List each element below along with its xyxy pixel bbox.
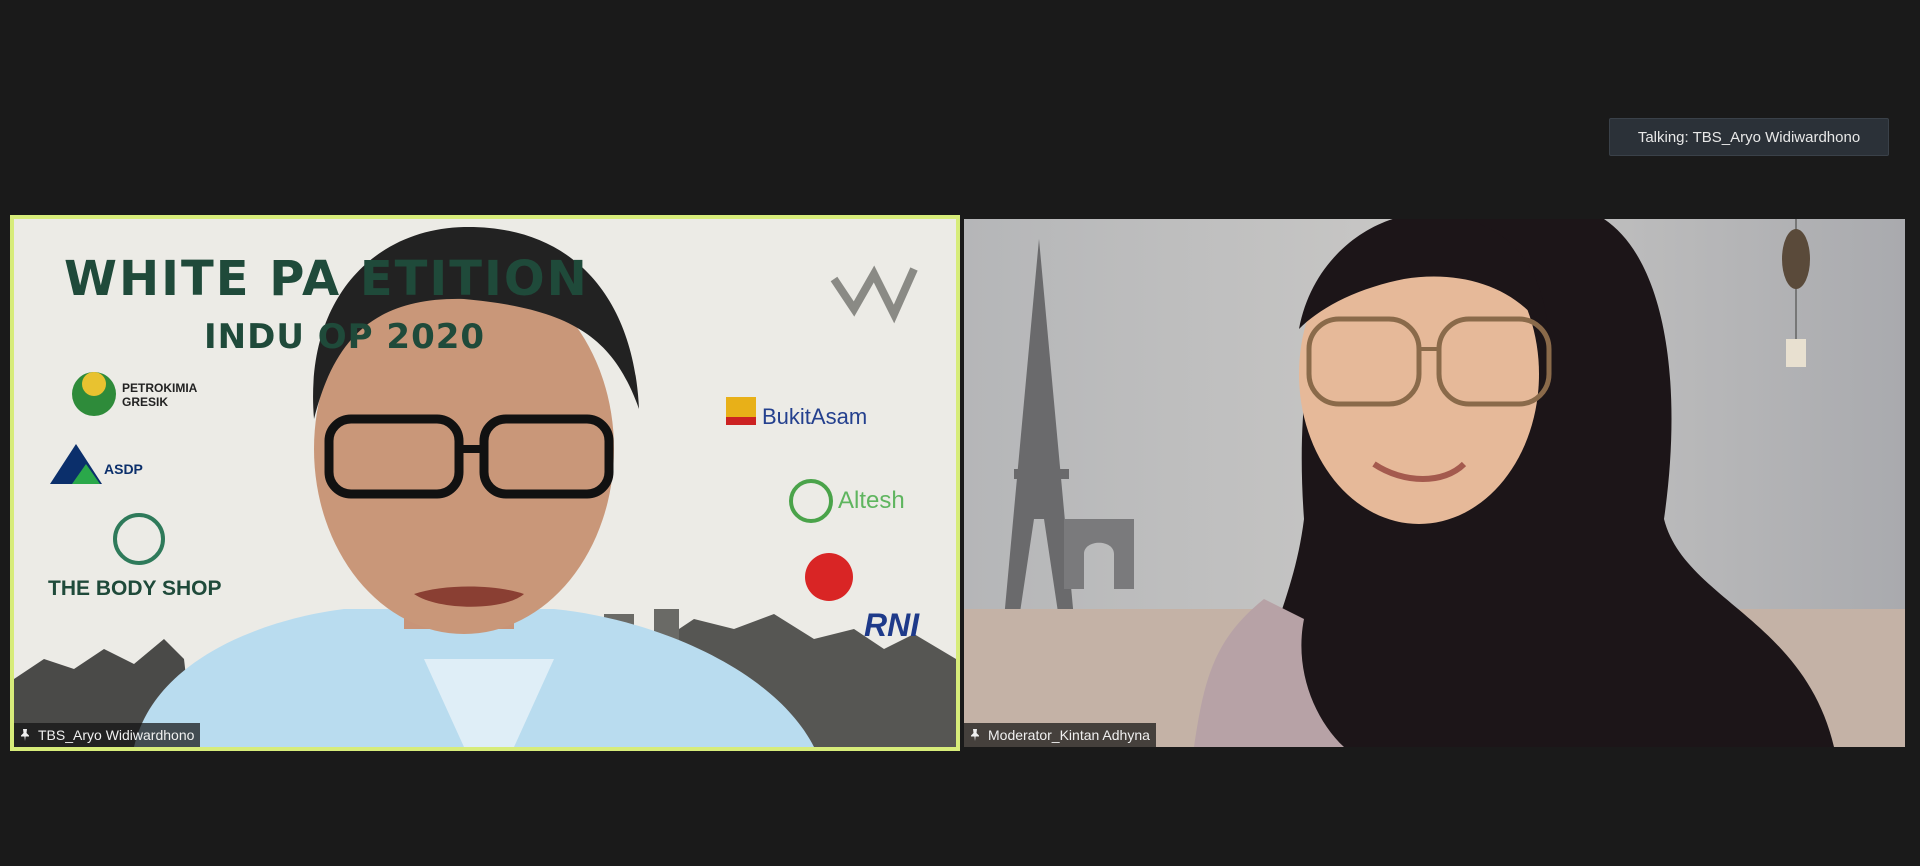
logo-gresik: GRESIK <box>122 395 169 409</box>
banner-subtitle: INDU OP 2020 <box>204 317 486 357</box>
banner-title: WHITE PA ETITION <box>64 251 589 307</box>
logo-bukitasam: BukitAsam <box>762 404 868 429</box>
participant-name: Moderator_Kintan Adhyna <box>988 727 1150 743</box>
logo-altesh: Altesh <box>838 487 905 514</box>
participant-name-tag: Moderator_Kintan Adhyna <box>964 723 1156 747</box>
video-tile-participant[interactable]: Moderator_Kintan Adhyna <box>964 219 1905 747</box>
logo-petrokimia: PETROKIMIA <box>122 381 198 395</box>
pin-icon[interactable] <box>968 728 982 742</box>
video-tile-active-speaker[interactable]: WHITE PA ETITION INDU OP 2020 PETROKIMIA… <box>10 215 960 751</box>
participant-name: TBS_Aryo Widiwardhono <box>38 727 195 743</box>
participant-name-tag: TBS_Aryo Widiwardhono <box>14 723 201 747</box>
logo-asdp: ASDP <box>104 461 143 477</box>
logo-rni: RNI <box>864 607 920 643</box>
logo-bodyshop: THE BODY SHOP <box>48 577 222 600</box>
video-feed-graphic <box>964 219 1905 747</box>
meeting-stage: Talking: TBS_Aryo Widiwardhono WHITE PA … <box>0 0 1920 866</box>
pin-icon[interactable] <box>18 728 32 742</box>
talking-indicator: Talking: TBS_Aryo Widiwardhono <box>1609 118 1889 156</box>
